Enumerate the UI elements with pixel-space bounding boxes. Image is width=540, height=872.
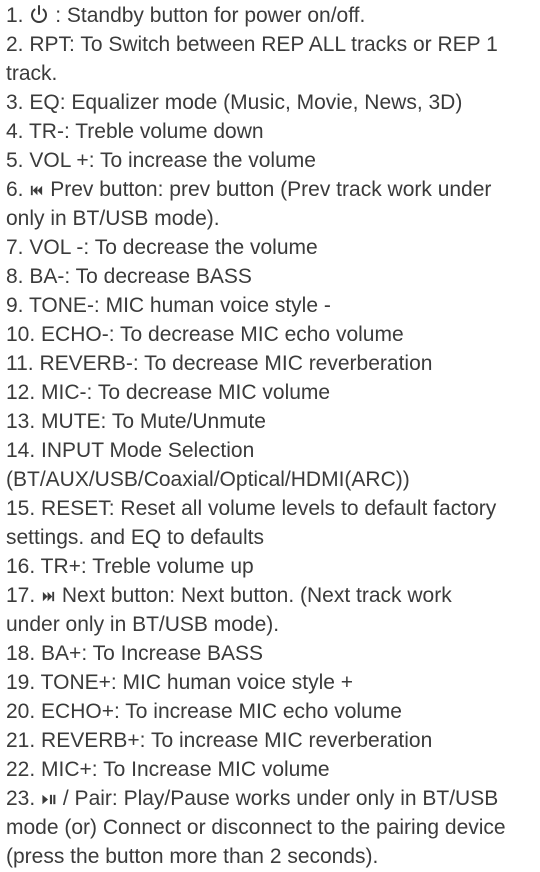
item-text: mode (or) Connect or disconnect to the p… <box>6 816 506 839</box>
item-text: track. <box>6 62 58 85</box>
item-text: Prev button: prev button (Prev track wor… <box>50 178 492 201</box>
item-text: : Standby button for power on/off. <box>55 4 366 27</box>
item-text: TR-: Treble volume down <box>28 120 264 143</box>
item-text: MIC-: To decrease MIC volume <box>41 381 331 404</box>
item-text: BA-: To decrease BASS <box>29 265 252 288</box>
item-number: 16. <box>6 555 36 578</box>
item-number: 7. <box>6 236 24 259</box>
item-text: / Pair: Play/Pause works under only in B… <box>62 787 499 810</box>
item-text: VOL +: To increase the volume <box>29 149 316 172</box>
item-number: 20. <box>6 700 36 723</box>
item-number: 13. <box>6 410 36 433</box>
item-number: 6. <box>6 178 24 201</box>
item-text: (press the button more than 2 seconds). <box>6 845 379 868</box>
item-text: RPT: To Switch between REP ALL tracks or… <box>29 33 498 56</box>
item-text: REVERB-: To decrease MIC reverberation <box>39 352 433 375</box>
item-text: TONE-: MIC human voice style - <box>28 294 331 317</box>
item-5-line-1: 5. VOL +: To increase the volume <box>6 146 540 175</box>
item-text: ECHO+: To increase MIC echo volume <box>41 700 402 723</box>
item-17-line-2: under only in BT/USB mode). <box>6 610 540 639</box>
item-2-line-1: 2. RPT: To Switch between REP ALL tracks… <box>6 30 540 59</box>
item-number: 11. <box>6 352 34 375</box>
item-text: REVERB+: To increase MIC reverberation <box>41 729 433 752</box>
item-2-line-2: track. <box>6 59 540 88</box>
item-text: MUTE: To Mute/Unmute <box>41 410 266 433</box>
item-number: 2. <box>6 33 24 56</box>
item-12-line-1: 12. MIC-: To decrease MIC volume <box>6 378 540 407</box>
item-number: 22. <box>6 758 36 781</box>
item-number: 18. <box>6 642 36 665</box>
item-number: 4. <box>6 120 24 143</box>
item-number: 12. <box>6 381 36 404</box>
power-icon <box>29 4 49 24</box>
previous-track-icon <box>29 183 44 198</box>
item-number: 1. <box>6 4 24 27</box>
item-22-line-1: 22. MIC+: To Increase MIC volume <box>6 755 540 784</box>
item-text: settings. and EQ to defaults <box>6 526 264 549</box>
item-text: TR+: Treble volume up <box>40 555 254 578</box>
item-text: (BT/AUX/USB/Coaxial/Optical/HDMI(ARC)) <box>6 468 410 491</box>
item-number: 17. <box>6 584 36 607</box>
item-14-line-1: 14. INPUT Mode Selection <box>6 436 540 465</box>
item-text: BA+: To Increase BASS <box>41 642 264 665</box>
item-text: TONE+: MIC human voice style + <box>40 671 354 694</box>
item-text: RESET: Reset all volume levels to defaul… <box>41 497 497 520</box>
item-text: only in BT/USB mode). <box>6 207 220 230</box>
item-number: 15. <box>6 497 36 520</box>
item-text: ECHO-: To decrease MIC echo volume <box>41 323 404 346</box>
item-13-line-1: 13. MUTE: To Mute/Unmute <box>6 407 540 436</box>
item-17-line-1: 17. Next button: Next button. (Next trac… <box>6 581 540 610</box>
button-description-list: 1. : Standby button for power on/off. 2. … <box>0 0 540 872</box>
item-20-line-1: 20. ECHO+: To increase MIC echo volume <box>6 697 540 726</box>
item-9-line-1: 9. TONE-: MIC human voice style - <box>6 291 540 320</box>
item-number: 10. <box>6 323 36 346</box>
item-23-line-2: mode (or) Connect or disconnect to the p… <box>6 813 540 842</box>
item-text: MIC+: To Increase MIC volume <box>41 758 330 781</box>
item-6-line-2: only in BT/USB mode). <box>6 204 540 233</box>
item-16-line-1: 16. TR+: Treble volume up <box>6 552 540 581</box>
item-7-line-1: 7. VOL -: To decrease the volume <box>6 233 540 262</box>
item-number: 21. <box>6 729 36 752</box>
item-text: INPUT Mode Selection <box>41 439 255 462</box>
item-14-line-2: (BT/AUX/USB/Coaxial/Optical/HDMI(ARC)) <box>6 465 540 494</box>
item-19-line-1: 19. TONE+: MIC human voice style + <box>6 668 540 697</box>
item-10-line-1: 10. ECHO-: To decrease MIC echo volume <box>6 320 540 349</box>
item-number: 14. <box>6 439 36 462</box>
next-track-icon <box>41 589 56 604</box>
item-15-line-2: settings. and EQ to defaults <box>6 523 540 552</box>
item-text: Next button: Next button. (Next track wo… <box>61 584 452 607</box>
item-number: 5. <box>6 149 24 172</box>
item-23-line-3: (press the button more than 2 seconds). <box>6 842 540 871</box>
item-1-line-1: 1. : Standby button for power on/off. <box>6 1 540 30</box>
item-8-line-1: 8. BA-: To decrease BASS <box>6 262 540 291</box>
item-text: VOL -: To decrease the volume <box>29 236 318 259</box>
item-number: 8. <box>6 265 24 288</box>
item-number: 3. <box>6 91 24 114</box>
item-23-line-1: 23. / Pair: Play/Pause works under only … <box>6 784 540 813</box>
item-11-line-1: 11. REVERB-: To decrease MIC reverberati… <box>6 349 540 378</box>
item-number: 9. <box>6 294 24 317</box>
item-21-line-1: 21. REVERB+: To increase MIC reverberati… <box>6 726 540 755</box>
play-pause-icon <box>41 792 57 807</box>
item-6-line-1: 6. Prev button: prev button (Prev track … <box>6 175 540 204</box>
item-3-line-1: 3. EQ: Equalizer mode (Music, Movie, New… <box>6 88 540 117</box>
item-18-line-1: 18. BA+: To Increase BASS <box>6 639 540 668</box>
item-number: 23. <box>6 787 36 810</box>
item-15-line-1: 15. RESET: Reset all volume levels to de… <box>6 494 540 523</box>
item-4-line-1: 4. TR-: Treble volume down <box>6 117 540 146</box>
item-number: 19. <box>6 671 36 694</box>
item-text: under only in BT/USB mode). <box>6 613 280 636</box>
item-text: EQ: Equalizer mode (Music, Movie, News, … <box>29 91 463 114</box>
